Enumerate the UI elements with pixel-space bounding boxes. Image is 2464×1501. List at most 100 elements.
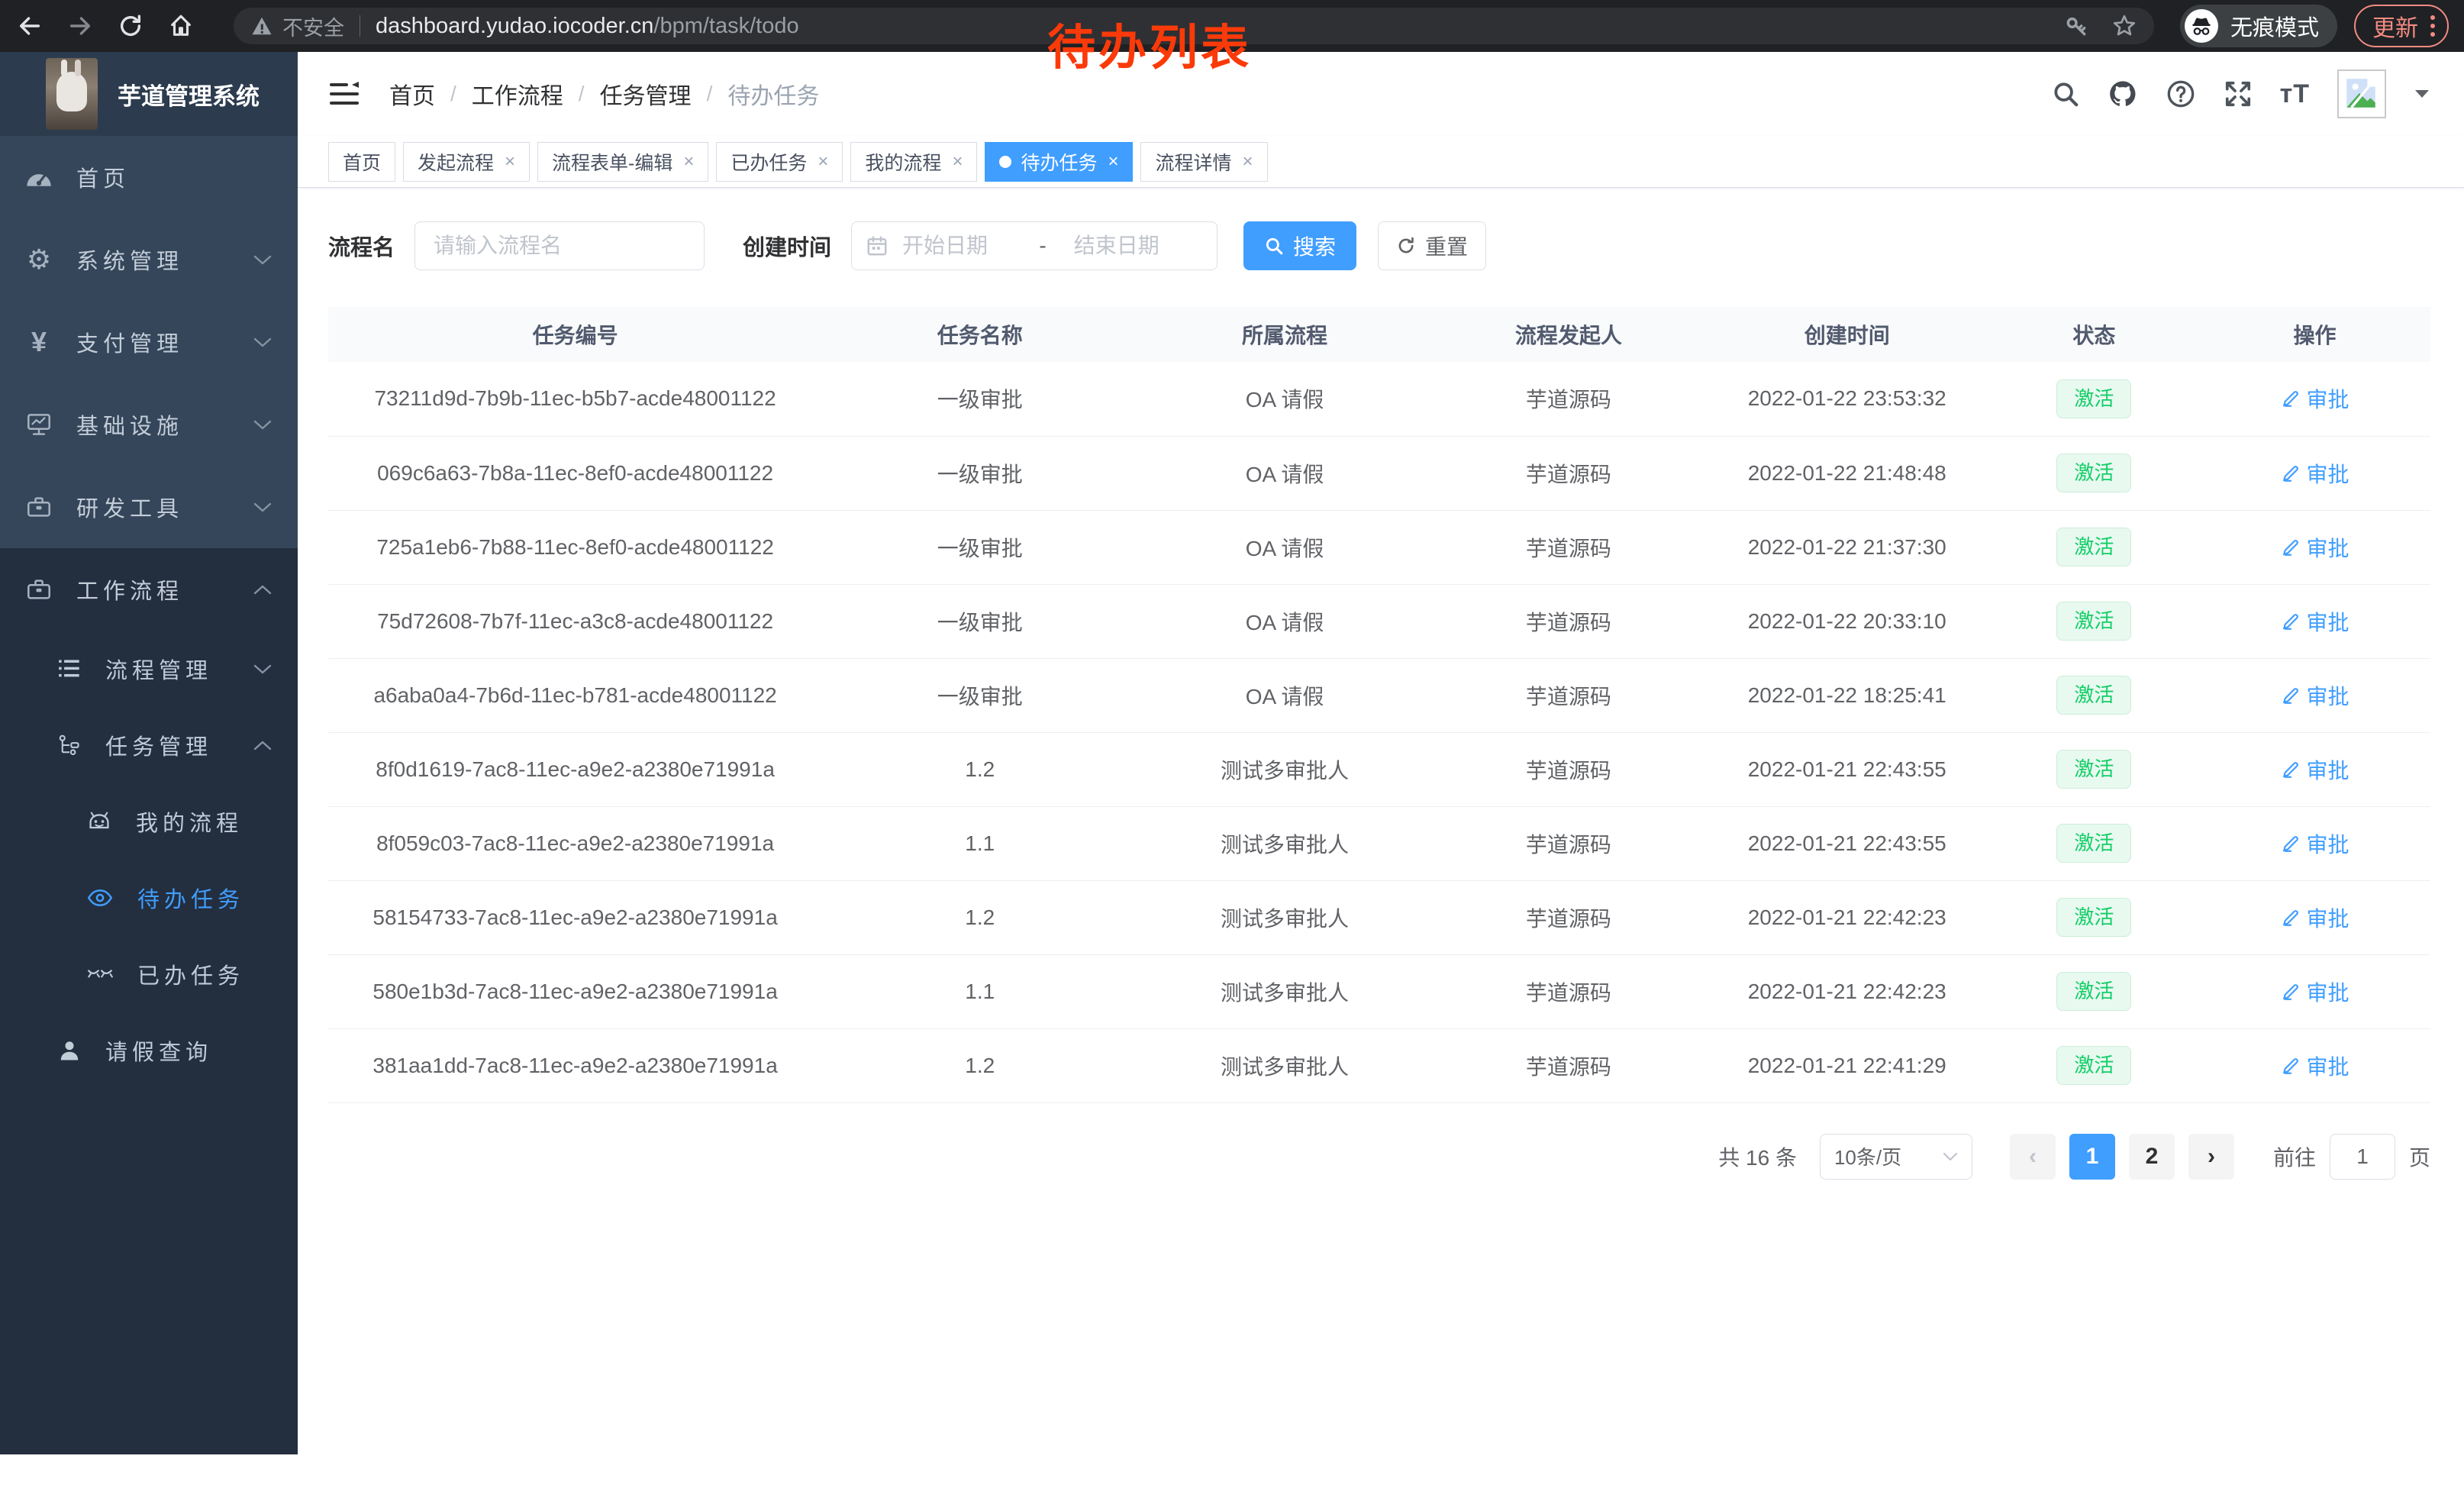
sidebar-item-process-mgmt[interactable]: 流程管理 xyxy=(0,631,298,707)
font-size-button[interactable]: ᴛT xyxy=(2280,79,2310,109)
process-name-input[interactable] xyxy=(414,221,705,270)
browser-back-button[interactable] xyxy=(12,8,47,44)
sidebar-item-devtools[interactable]: 研发工具 xyxy=(0,466,298,548)
browser-forward-button[interactable] xyxy=(63,8,98,44)
breadcrumb-task-mgmt[interactable]: 任务管理 xyxy=(600,77,692,111)
tab-my-process[interactable]: 我的流程× xyxy=(850,142,977,182)
task-id-cell: 725a1eb6-7b88-11ec-8ef0-acde48001122 xyxy=(328,510,822,584)
create-time-cell: 2022-01-21 22:41:29 xyxy=(1705,1028,1989,1102)
sidebar-item-leave-query[interactable]: 请假查询 xyxy=(0,1012,298,1089)
starter-cell: 芋道源码 xyxy=(1432,806,1705,880)
task-name-cell: 1.2 xyxy=(822,1028,1137,1102)
monitor-icon xyxy=(26,413,52,436)
sidebar-item-task-mgmt[interactable]: 任务管理 xyxy=(0,707,298,783)
approve-button[interactable]: 审批 xyxy=(2281,606,2350,637)
edit-pen-icon xyxy=(2281,760,2301,780)
caret-down-icon xyxy=(2414,89,2430,99)
close-icon[interactable]: × xyxy=(952,153,963,171)
password-key-icon[interactable] xyxy=(2064,14,2088,38)
breadcrumb-home[interactable]: 首页 xyxy=(389,77,435,111)
approve-button[interactable]: 审批 xyxy=(2281,754,2350,785)
date-range-picker[interactable]: - xyxy=(851,221,1217,270)
browser-menu-icon[interactable] xyxy=(2430,15,2435,37)
prev-page-button[interactable]: ‹ xyxy=(2010,1134,2056,1180)
status-cell: 激活 xyxy=(1989,658,2199,732)
col-process: 所属流程 xyxy=(1137,307,1432,362)
approve-button[interactable]: 审批 xyxy=(2281,902,2350,933)
approve-button[interactable]: 审批 xyxy=(2281,828,2350,859)
next-page-button[interactable]: › xyxy=(2188,1134,2234,1180)
task-id-cell: 8f0d1619-7ac8-11ec-a9e2-a2380e71991a xyxy=(328,732,822,806)
refresh-icon xyxy=(1396,236,1416,256)
sidebar-item-done-tasks[interactable]: 已办任务 xyxy=(0,936,298,1012)
tab-done-tasks[interactable]: 已办任务× xyxy=(716,142,843,182)
sidebar-item-infra[interactable]: 基础设施 xyxy=(0,383,298,466)
create-time-cell: 2022-01-21 22:42:23 xyxy=(1705,880,1989,954)
sidebar-item-payment[interactable]: ¥ 支付管理 xyxy=(0,301,298,383)
task-id-cell: 73211d9d-7b9b-11ec-b5b7-acde48001122 xyxy=(328,362,822,436)
header-search-button[interactable] xyxy=(2051,79,2080,108)
page-size-select[interactable]: 10条/页 xyxy=(1820,1134,1972,1180)
status-badge: 激活 xyxy=(2056,972,2131,1011)
tab-process-detail[interactable]: 流程详情× xyxy=(1140,142,1267,182)
avatar-caret[interactable] xyxy=(2414,89,2430,99)
page-2-button[interactable]: 2 xyxy=(2129,1134,2175,1180)
sidebar-item-home[interactable]: 首页 xyxy=(0,136,298,218)
sidebar-item-todo-tasks[interactable]: 待办任务 xyxy=(0,860,298,936)
app-logo: 芋道管理系统 xyxy=(0,52,298,136)
avatar[interactable] xyxy=(2337,69,2386,118)
sidebar-item-system[interactable]: ⚙ 系统管理 xyxy=(0,218,298,301)
tab-todo-tasks[interactable]: 待办任务× xyxy=(985,142,1133,182)
approve-button[interactable]: 审批 xyxy=(2281,976,2350,1007)
end-date-input[interactable] xyxy=(1054,233,1203,259)
approve-button[interactable]: 审批 xyxy=(2281,532,2350,563)
process-cell: OA 请假 xyxy=(1137,510,1432,584)
calendar-icon xyxy=(866,234,889,257)
logo-image xyxy=(46,58,98,130)
reset-button[interactable]: 重置 xyxy=(1378,221,1486,270)
fullscreen-button[interactable] xyxy=(2224,79,2253,108)
tab-start-process[interactable]: 发起流程× xyxy=(403,142,530,182)
browser-update-button[interactable]: 更新 xyxy=(2354,5,2449,47)
breadcrumb-current: 待办任务 xyxy=(727,77,819,111)
process-cell: 测试多审批人 xyxy=(1137,880,1432,954)
chevron-down-icon xyxy=(253,664,272,674)
page-1-button[interactable]: 1 xyxy=(2069,1134,2115,1180)
task-id-cell: 75d72608-7b7f-11ec-a3c8-acde48001122 xyxy=(328,584,822,658)
tab-process-form-edit[interactable]: 流程表单-编辑× xyxy=(537,142,708,182)
search-button[interactable]: 搜索 xyxy=(1243,221,1356,270)
create-time-cell: 2022-01-21 22:43:55 xyxy=(1705,732,1989,806)
help-button[interactable] xyxy=(2166,79,2196,109)
approve-button[interactable]: 审批 xyxy=(2281,680,2350,711)
briefcase-icon xyxy=(26,578,52,601)
browser-reload-button[interactable] xyxy=(113,8,148,44)
approve-button[interactable]: 审批 xyxy=(2281,383,2350,414)
approve-button[interactable]: 审批 xyxy=(2281,1051,2350,1081)
sidebar-fold-button[interactable] xyxy=(328,80,360,108)
goto-page-input[interactable] xyxy=(2330,1134,2395,1180)
tab-home[interactable]: 首页 xyxy=(328,142,395,182)
create-time-cell: 2022-01-22 23:53:32 xyxy=(1705,362,1989,436)
start-date-input[interactable] xyxy=(901,233,1031,259)
bookmark-star-icon[interactable] xyxy=(2111,13,2137,39)
task-name-cell: 1.1 xyxy=(822,806,1137,880)
close-icon[interactable]: × xyxy=(1108,153,1118,171)
approve-button[interactable]: 审批 xyxy=(2281,458,2350,489)
chevron-down-icon xyxy=(253,420,272,430)
browser-home-button[interactable] xyxy=(163,8,198,44)
breadcrumb-workflow[interactable]: 工作流程 xyxy=(472,77,563,111)
sidebar-item-my-process[interactable]: 我的流程 xyxy=(0,783,298,860)
sidebar-item-workflow[interactable]: 工作流程 xyxy=(0,548,298,631)
action-cell: 审批 xyxy=(2199,510,2430,584)
close-icon[interactable]: × xyxy=(1243,153,1253,171)
status-cell: 激活 xyxy=(1989,510,2199,584)
close-icon[interactable]: × xyxy=(683,153,694,171)
filter-form: 流程名 创建时间 - 搜索 重置 xyxy=(328,221,2430,270)
close-icon[interactable]: × xyxy=(818,153,828,171)
action-cell: 审批 xyxy=(2199,658,2430,732)
github-link[interactable] xyxy=(2108,79,2138,109)
close-icon[interactable]: × xyxy=(505,153,515,171)
toolbox-icon xyxy=(26,495,52,518)
edit-pen-icon xyxy=(2281,537,2301,557)
table-row: 725a1eb6-7b88-11ec-8ef0-acde48001122 一级审… xyxy=(328,510,2430,584)
